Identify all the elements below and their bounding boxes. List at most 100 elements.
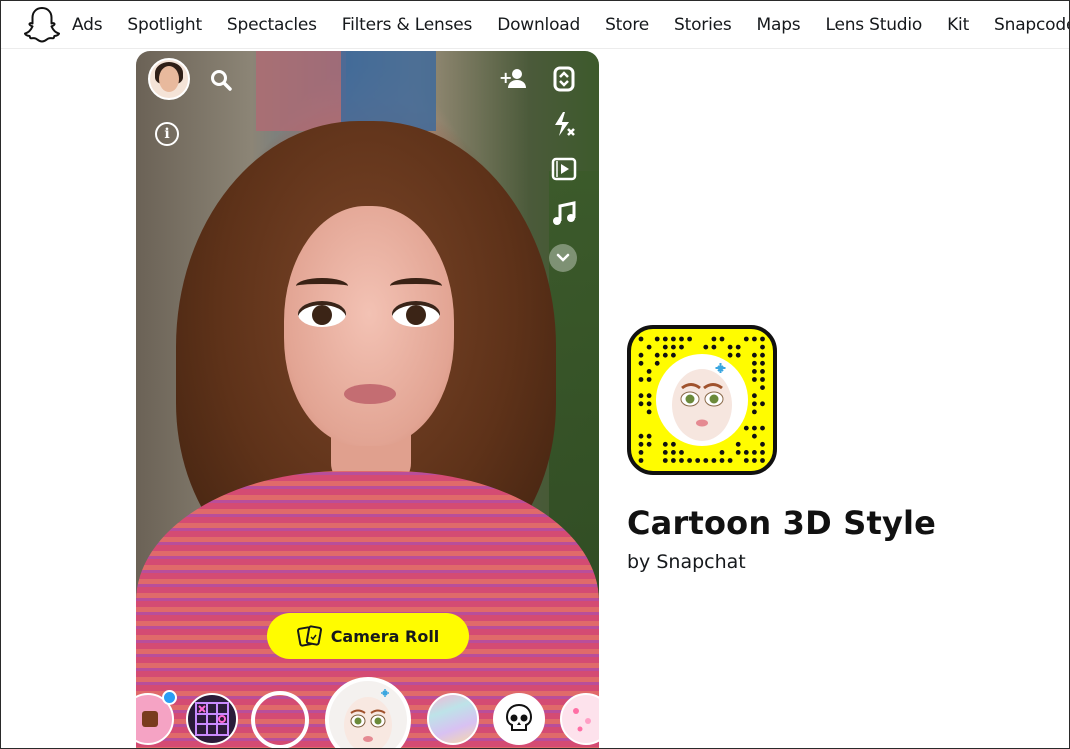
snapcode-dot <box>671 352 676 358</box>
snapcode-dot <box>646 441 652 447</box>
nav-ads[interactable]: Ads <box>72 15 103 35</box>
lens-carousel <box>136 677 599 748</box>
snapcode-dot <box>646 401 652 407</box>
active-lens-cartoon-3d[interactable] <box>325 677 411 748</box>
snapcode-dot <box>743 336 749 342</box>
capture-ring[interactable] <box>251 691 309 748</box>
snapcode-dot <box>687 458 692 463</box>
snapcode-dot <box>752 425 757 431</box>
snapcode-dot <box>679 458 684 463</box>
snapcode-dot <box>662 344 668 350</box>
snapcode-dot <box>671 336 676 342</box>
nav-spotlight[interactable]: Spotlight <box>127 15 202 35</box>
snapcode-dot <box>703 344 709 350</box>
snapcode-dot <box>735 352 741 358</box>
snapcode-dot <box>752 393 757 399</box>
camera-roll-button[interactable]: Camera Roll <box>267 613 469 659</box>
snapcode-dot <box>743 425 749 431</box>
snapcode-dot <box>711 344 717 350</box>
camera-roll-label: Camera Roll <box>330 626 440 646</box>
lens-author[interactable]: by Snapchat <box>627 551 746 573</box>
snapcode-dot <box>760 369 765 374</box>
snapcode-dot <box>752 409 757 415</box>
bitmoji-avatar[interactable] <box>148 58 190 100</box>
snapcode-dot <box>735 441 741 447</box>
snapcode-dot <box>760 385 765 390</box>
flip-camera-icon[interactable] <box>549 64 579 94</box>
snapcode-dot <box>760 401 765 407</box>
background-door <box>256 51 346 131</box>
page-frame: Ads Spotlight Spectacles Filters & Lense… <box>0 0 1070 749</box>
snapcode-dot <box>646 377 652 382</box>
snapcode-dot <box>679 336 684 342</box>
camera-side-toolbar <box>549 64 583 287</box>
chevron-down-icon[interactable] <box>549 244 577 272</box>
snapcode-dot <box>679 344 684 350</box>
snapcode-dot <box>727 458 733 463</box>
snapcode-dot <box>654 360 660 366</box>
snapcode-dot <box>662 458 668 463</box>
snapcode-dot <box>646 344 652 350</box>
snapcode-dot <box>719 450 725 455</box>
snapcode-dot <box>752 458 757 463</box>
snapcode-dot <box>662 450 668 455</box>
snapcode-dot <box>719 336 725 342</box>
snapcode-dot <box>638 352 644 358</box>
search-icon[interactable] <box>208 67 234 93</box>
snapcode-dot <box>735 450 741 455</box>
snapcode-dot <box>752 450 757 455</box>
left-eyebrow <box>296 278 348 294</box>
lips <box>344 384 396 404</box>
snapcode-dot <box>760 450 765 455</box>
snapcode-dot <box>638 450 644 455</box>
snapcode-dot <box>752 352 757 358</box>
nav-snapcode[interactable]: Snapcode <box>994 15 1069 35</box>
snapcode-dot <box>743 450 749 455</box>
snapcode-dot <box>654 336 660 342</box>
lens-camera-preview[interactable]: i + Camera Roll <box>136 51 599 748</box>
top-navigation: Ads Spotlight Spectacles Filters & Lense… <box>1 1 1069 49</box>
snapcode-dot <box>638 401 644 407</box>
snapcode-dot <box>671 344 676 350</box>
nav-maps[interactable]: Maps <box>757 15 801 35</box>
lens-hearts[interactable] <box>560 693 599 745</box>
snapcode-dot <box>711 458 717 463</box>
snapcode-dot <box>760 352 765 358</box>
snapcode-dot <box>752 433 757 439</box>
snapcode-dot <box>646 369 652 374</box>
snapcode-dot <box>687 336 692 342</box>
camera-roll-icon <box>296 625 322 647</box>
music-icon[interactable] <box>549 199 579 229</box>
snapcode-dot <box>662 441 668 447</box>
nav-lens-studio[interactable]: Lens Studio <box>825 15 922 35</box>
flash-off-icon[interactable] <box>549 109 579 139</box>
snapcode-dot <box>760 377 765 382</box>
video-clip-icon[interactable] <box>549 154 579 184</box>
snapcode-dot <box>752 336 757 342</box>
info-icon[interactable]: i <box>155 122 179 146</box>
cartoon-face <box>284 206 454 446</box>
snapchat-ghost-logo-icon[interactable] <box>24 5 60 45</box>
snapcode-dot <box>760 360 765 366</box>
snapcode-dot <box>752 360 757 366</box>
snapcode-dot <box>638 441 644 447</box>
nav-kit[interactable]: Kit <box>947 15 969 35</box>
nav-filters-lenses[interactable]: Filters & Lenses <box>342 15 473 35</box>
snapcode-dot <box>760 344 765 350</box>
nav-store[interactable]: Store <box>605 15 649 35</box>
add-friend-icon[interactable]: + <box>498 66 528 92</box>
snapcode-dot <box>760 425 765 431</box>
snapcode-dot <box>760 458 765 463</box>
lens-tic-tac-toe[interactable] <box>186 693 238 745</box>
snapcode-dot <box>703 458 709 463</box>
snapcode-dot <box>679 450 684 455</box>
nav-spectacles[interactable]: Spectacles <box>227 15 317 35</box>
nav-download[interactable]: Download <box>497 15 580 35</box>
nav-stories[interactable]: Stories <box>674 15 732 35</box>
snapcode-dot <box>638 360 644 366</box>
snapcode-dot <box>752 377 757 382</box>
snapcode-dot <box>671 458 676 463</box>
snapcode-dot <box>662 352 668 358</box>
lens-holographic[interactable] <box>427 693 479 745</box>
lens-skull[interactable] <box>493 693 545 745</box>
